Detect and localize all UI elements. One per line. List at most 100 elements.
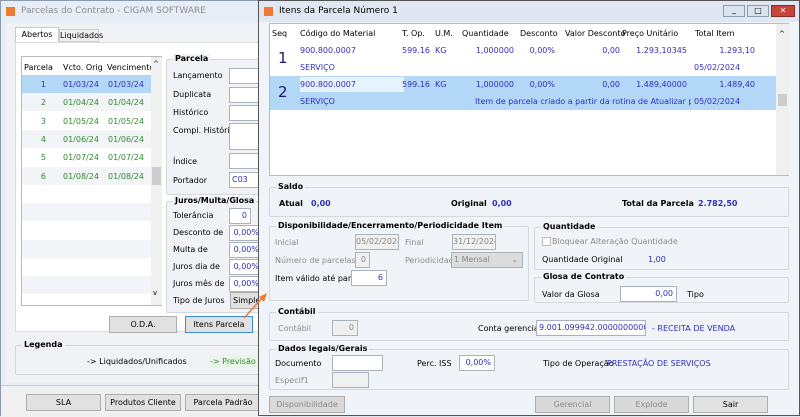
legend-liquidados: -> Liquidados/Unificados <box>87 357 187 366</box>
grid-header-cell[interactable]: Valor Desconto <box>565 29 625 38</box>
top-cell: 599.16 <box>402 46 430 55</box>
grid-header-cell[interactable]: Total Item <box>695 29 734 38</box>
group-title: Quantidade <box>541 222 598 231</box>
table-row[interactable]: 1 01/03/24 01/03/24 <box>22 75 151 93</box>
parcela-padrao-button[interactable]: Parcela Padrão <box>185 394 261 411</box>
table-row[interactable]: 5 01/07/24 01/07/24 <box>22 148 151 167</box>
preco-cell: 1.293,10345 <box>636 46 687 55</box>
tab-liquidados[interactable]: Liquidados <box>59 29 103 42</box>
table-row[interactable]: 6 01/08/24 01/08/24 <box>22 166 151 185</box>
multa-label: Multa de <box>173 245 208 254</box>
chevron-up-icon[interactable]: ^ <box>153 60 159 68</box>
gerencial-button[interactable]: Gerencial <box>535 396 610 413</box>
scrollbar[interactable]: ^ v <box>151 57 162 305</box>
tipo-operacao-label: Tipo de Operação <box>543 359 614 368</box>
annotation-arrow <box>243 293 267 319</box>
tipo-juros-label: Tipo de Juros <box>173 296 225 305</box>
conta-gerencial-input[interactable]: 9.001.099942.0000000000 <box>536 320 646 336</box>
col-parcela[interactable]: Parcela <box>24 63 53 72</box>
documento-input[interactable] <box>332 355 383 371</box>
grid-header-cell[interactable]: Preço Unitário <box>622 29 678 38</box>
parcela-cell: 3 <box>40 116 46 126</box>
grid-scrollbar[interactable]: ^ <box>776 24 789 175</box>
vcto-orig-cell: 01/03/24 <box>63 80 99 89</box>
chevron-up-icon[interactable]: ^ <box>779 30 785 38</box>
grid-header-cell[interactable]: Seq <box>272 29 287 38</box>
window-title: Itens da Parcela Número 1 <box>279 6 398 16</box>
grid-header-cell[interactable]: U.M. <box>435 29 453 38</box>
parcelas-titlebar: Parcelas do Contrato - CIGAM SOFTWARE CO… <box>1 1 261 37</box>
parcela-cell: 1 <box>40 80 46 89</box>
num-parcelas-input[interactable]: 0 <box>355 252 370 268</box>
seq-cell: 1 <box>278 49 288 67</box>
produtos-cliente-button[interactable]: Produtos Cliente <box>105 394 181 411</box>
qtd-original-value: 1,00 <box>648 255 666 264</box>
original-label: Original <box>451 199 487 208</box>
table-row[interactable]: 3 01/05/24 01/05/24 <box>22 111 151 130</box>
vcto-orig-cell: 01/07/24 <box>63 153 99 163</box>
valor-glosa-input[interactable]: 0,00 <box>620 286 677 302</box>
sair-button[interactable]: Sair <box>693 396 768 413</box>
tolerancia-input[interactable]: 0 <box>229 208 251 224</box>
table-row[interactable]: 4 01/06/24 01/06/24 <box>22 129 151 148</box>
col-vencimento[interactable]: Vencimento <box>107 63 154 72</box>
um-cell: KG <box>435 80 447 89</box>
explode-button[interactable]: Explode <box>614 396 689 413</box>
parcela-cell: 2 <box>40 98 46 108</box>
total-cell: 1.489,40 <box>719 80 755 89</box>
itens-grid: Seq Código do Material T. Op. U.M. Quantidad… <box>269 23 789 176</box>
scroll-thumb[interactable] <box>778 94 787 106</box>
grid-header-cell[interactable]: Código do Material <box>300 29 375 38</box>
conta-gerencial-label: Conta gerencial <box>478 324 541 333</box>
close-button[interactable]: ✕ <box>771 5 795 17</box>
minimize-button[interactable]: _ <box>723 5 745 17</box>
periodicidade-select[interactable]: 1 Mensal ⌄ <box>451 252 523 268</box>
disponibilidade-button[interactable]: Disponibilidade <box>269 396 345 413</box>
group-title: Glosa de Contrato <box>541 272 627 281</box>
table-row[interactable]: 2 01/04/24 01/04/24 <box>22 93 151 112</box>
maximize-button[interactable]: □ <box>747 5 769 17</box>
parcela-cell: 4 <box>40 134 46 144</box>
empty-row <box>22 258 151 276</box>
total-parcela-label: Total da Parcela <box>622 199 694 208</box>
group-title: Dados legais/Gerais <box>276 344 370 353</box>
iss-label: Perc. ISS <box>417 359 452 368</box>
grid-row[interactable]: 2 900.800.0007 599.16 KG 1,000000 0,00% 0,00 1.… <box>270 76 776 110</box>
documento-label: Documento <box>275 359 322 368</box>
group-title: Contábil <box>276 307 318 316</box>
group-title: Juros/Multa/Glosa <box>173 196 257 205</box>
chevron-down-icon: ⌄ <box>511 255 518 264</box>
um-cell: KG <box>435 46 447 55</box>
app-icon <box>6 7 15 16</box>
group-title: Legenda <box>22 340 65 349</box>
bloquear-checkbox[interactable] <box>542 237 551 246</box>
juros-dia-label: Juros dia de <box>173 262 220 271</box>
chevron-down-icon[interactable]: v <box>153 289 157 297</box>
contabil-input[interactable]: 0 <box>332 320 358 336</box>
final-input[interactable]: 31/12/2024 <box>452 234 496 250</box>
vcto-orig-cell: 01/08/24 <box>63 171 99 181</box>
inicial-input[interactable]: 05/02/2024 <box>355 234 399 250</box>
parcela-cell: 5 <box>40 153 46 163</box>
empty-row <box>22 184 151 203</box>
grid-header-cell[interactable]: T. Op. <box>402 29 425 38</box>
col-vcto-orig[interactable]: Vcto. Orig <box>63 63 103 72</box>
grid-header-cell[interactable]: Quantidade <box>462 29 509 38</box>
grid-header-cell[interactable]: Desconto <box>520 29 558 38</box>
tab-abertos[interactable]: Abertos <box>15 27 59 42</box>
valor-glosa-label: Valor da Glosa <box>542 290 600 299</box>
total-cell: 1.293,10 <box>719 46 755 55</box>
inicial-label: Inicial <box>275 238 299 247</box>
valido-input[interactable]: 6 <box>351 270 387 286</box>
oda-button[interactable]: O.D.A. <box>109 316 177 333</box>
vencimento-cell: 01/04/24 <box>108 98 144 108</box>
desconto-cell: 0,00% <box>529 46 555 55</box>
empty-row <box>22 203 151 222</box>
grid-row[interactable]: 1 900.800.0007 599.16 KG 1,000000 0,00% 0,00 1.… <box>270 42 776 76</box>
iss-input[interactable]: 0,00% <box>459 355 495 371</box>
tolerancia-label: Tolerância <box>173 211 214 220</box>
scroll-thumb[interactable] <box>152 167 161 185</box>
sla-button[interactable]: SLA <box>26 394 101 411</box>
empty-row <box>22 221 151 240</box>
especif1-input[interactable] <box>332 372 369 388</box>
